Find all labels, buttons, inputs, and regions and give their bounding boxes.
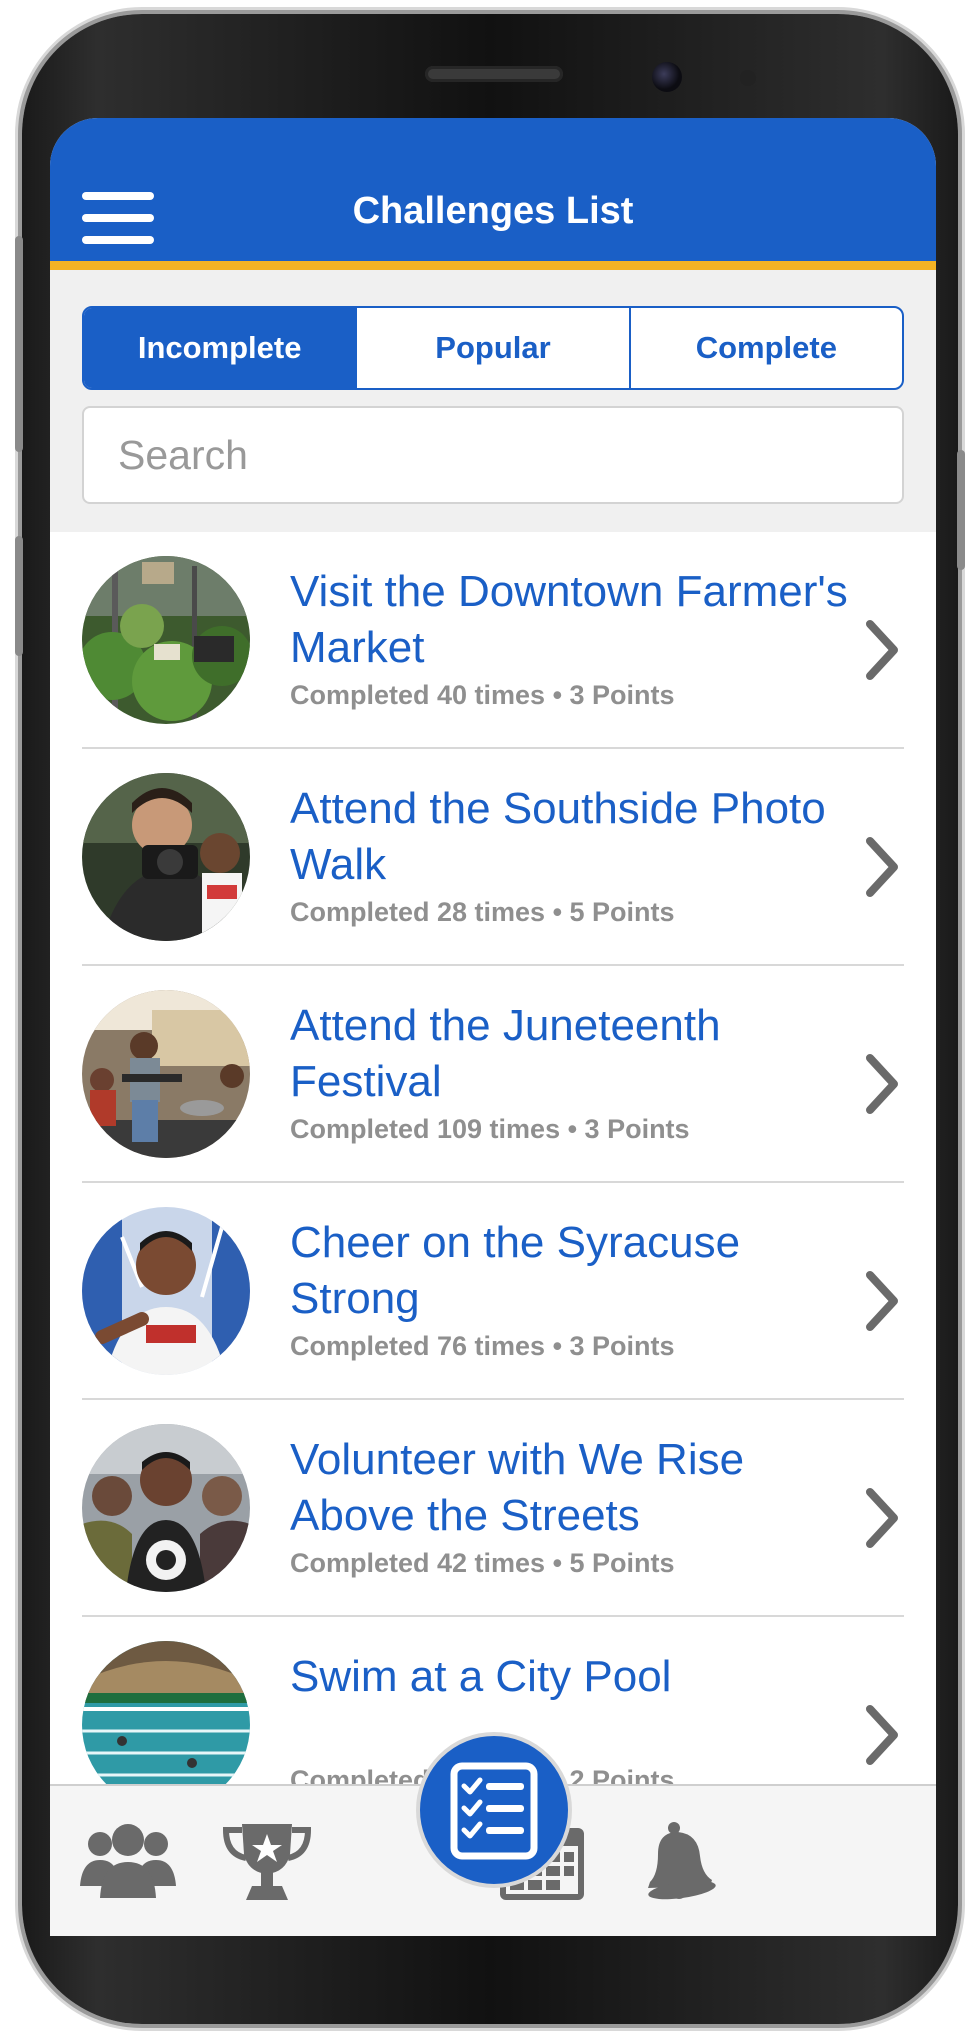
chevron-right-icon (866, 1705, 898, 1765)
challenge-title: Visit the Downtown Farmer's Market (290, 567, 848, 672)
challenge-meta: Completed 28 times • 5 Points (290, 897, 675, 927)
list-item[interactable]: Attend the Southside Photo Walk Complete… (50, 749, 936, 966)
chevron-right-icon (866, 837, 898, 897)
power-button (957, 450, 965, 570)
festival-band-photo (82, 990, 250, 1158)
earpiece-speaker (425, 66, 563, 82)
chevron-right-icon (866, 1271, 898, 1331)
list-item[interactable]: Cheer on the Syracuse Strong Completed 7… (50, 1183, 936, 1400)
challenge-title: Swim at a City Pool (290, 1652, 672, 1701)
proximity-sensor (740, 70, 756, 86)
app-screen: Challenges List Incomplete Popular Compl… (50, 118, 936, 1936)
chevron-right-icon (866, 1054, 898, 1114)
checklist-icon (450, 1762, 538, 1860)
front-camera (652, 62, 682, 92)
challenge-filter-tabs: Incomplete Popular Complete (82, 306, 904, 390)
list-item[interactable]: Volunteer with We Rise Above the Streets… (50, 1400, 936, 1617)
tab-complete[interactable]: Complete (631, 308, 902, 388)
plants-market-photo (82, 556, 250, 724)
volume-button (15, 236, 23, 452)
side-button (15, 536, 23, 656)
challenge-meta: Completed 76 times • 3 Points (290, 1331, 675, 1361)
bell-icon[interactable] (636, 1820, 718, 1907)
challenge-meta: Completed 40 times • 3 Points (290, 680, 675, 710)
challenge-title: Attend the Southside Photo Walk (290, 784, 826, 889)
challenge-meta: Completed 109 times • 3 Points (290, 1114, 690, 1144)
chevron-right-icon (866, 620, 898, 680)
trophy-icon[interactable] (222, 1820, 312, 1907)
tab-incomplete[interactable]: Incomplete (84, 308, 358, 388)
basketball-player-photo (82, 1207, 250, 1375)
app-header: Challenges List (50, 118, 936, 270)
challenge-title: Cheer on the Syracuse Strong (290, 1218, 741, 1323)
page-title: Challenges List (352, 190, 634, 232)
challenge-title: Attend the Juneteenth Festival (290, 1001, 721, 1106)
tab-popular[interactable]: Popular (357, 308, 631, 388)
photographer-photo (82, 773, 250, 941)
challenges-list: Visit the Downtown Farmer's Market Compl… (50, 532, 936, 1784)
challenge-meta: Completed 42 times • 5 Points (290, 1548, 675, 1578)
chevron-right-icon (866, 1488, 898, 1548)
challenges-tab-button[interactable] (416, 1732, 572, 1888)
list-item[interactable]: Attend the Juneteenth Festival Completed… (50, 966, 936, 1183)
users-icon[interactable] (80, 1820, 176, 1905)
pool-photo (82, 1641, 250, 1784)
search-input[interactable] (82, 406, 904, 504)
list-item[interactable]: Visit the Downtown Farmer's Market Compl… (50, 532, 936, 749)
challenge-title: Volunteer with We Rise Above the Streets (290, 1435, 745, 1540)
volunteers-group-photo (82, 1424, 250, 1592)
